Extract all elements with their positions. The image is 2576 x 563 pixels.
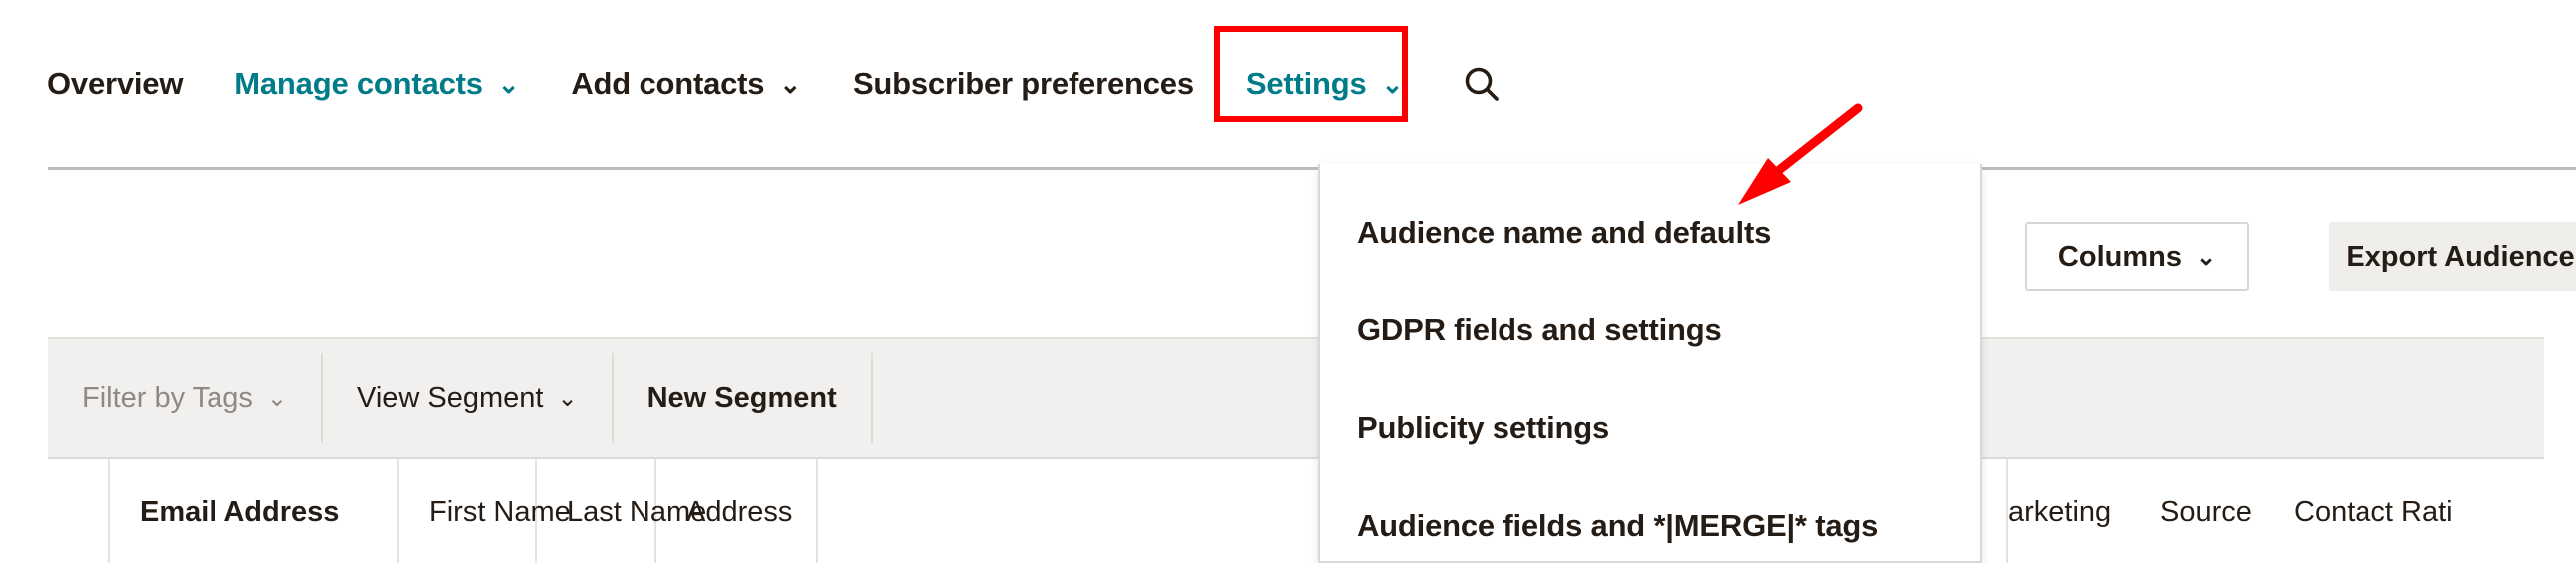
columns-button-label: Columns bbox=[2058, 241, 2182, 274]
segment-toolbar: Filter by Tags ⌄ View Segment ⌄ New Segm… bbox=[48, 337, 2544, 459]
nav-item-manage-contacts-label: Manage contacts bbox=[234, 66, 483, 102]
menu-item-audience-name-and-defaults[interactable]: Audience name and defaults bbox=[1320, 184, 1980, 282]
table-header-last-name[interactable]: Last Name bbox=[537, 459, 656, 563]
menu-item-publicity-settings[interactable]: Publicity settings bbox=[1320, 379, 1980, 477]
nav-item-manage-contacts[interactable]: Manage contacts ⌄ bbox=[234, 66, 519, 102]
menu-item-gdpr-fields-and-settings[interactable]: GDPR fields and settings bbox=[1320, 282, 1980, 379]
chevron-down-icon: ⌄ bbox=[1382, 71, 1404, 97]
search-button[interactable] bbox=[1455, 57, 1508, 111]
menu-item-audience-fields-and-merge-tags[interactable]: Audience fields and *|MERGE|* tags bbox=[1320, 477, 1980, 563]
table-header-contact-rating[interactable]: Contact Rati bbox=[2258, 459, 2457, 563]
search-icon bbox=[1462, 64, 1502, 104]
main-navigation: Overview Manage contacts ⌄ Add contacts … bbox=[0, 0, 2576, 168]
columns-button[interactable]: Columns ⌄ bbox=[2025, 222, 2249, 291]
chevron-down-icon: ⌄ bbox=[779, 71, 801, 97]
table-header-address[interactable]: Address bbox=[656, 459, 818, 563]
table-header-contact-rating-label: Contact Rati bbox=[2294, 496, 2453, 529]
export-audience-label: Export Audience bbox=[2346, 241, 2574, 274]
action-row: Columns ⌄ Export Audience bbox=[48, 196, 2544, 337]
table-header-source[interactable]: Source bbox=[2128, 459, 2258, 563]
nav-item-add-contacts[interactable]: Add contacts ⌄ bbox=[571, 66, 801, 102]
nav-item-add-contacts-label: Add contacts bbox=[571, 66, 764, 102]
filter-by-tags-dropdown[interactable]: Filter by Tags ⌄ bbox=[48, 339, 321, 457]
nav-divider bbox=[48, 167, 2576, 170]
menu-item-gdpr-fields-and-settings-label: GDPR fields and settings bbox=[1357, 312, 1722, 348]
audience-content: Columns ⌄ Export Audience Filter by Tags… bbox=[48, 196, 2544, 563]
table-header-source-label: Source bbox=[2160, 496, 2252, 529]
menu-item-audience-fields-and-merge-tags-label: Audience fields and *|MERGE|* tags bbox=[1357, 508, 1878, 544]
contacts-table-header: Email Address First Name Last Name Addre… bbox=[48, 459, 2544, 563]
table-header-address-label: Address bbox=[686, 496, 792, 529]
table-header-email-address-label: Email Address bbox=[140, 496, 339, 529]
nav-item-settings-label: Settings bbox=[1246, 66, 1367, 102]
chevron-down-icon: ⌄ bbox=[498, 71, 520, 97]
nav-item-subscriber-preferences[interactable]: Subscriber preferences bbox=[853, 66, 1194, 102]
table-header-email-address[interactable]: Email Address bbox=[110, 459, 399, 563]
table-header-email-marketing-label: arketing bbox=[2008, 496, 2111, 529]
chevron-down-icon: ⌄ bbox=[558, 384, 578, 413]
menu-item-audience-name-and-defaults-label: Audience name and defaults bbox=[1357, 215, 1771, 251]
export-audience-button[interactable]: Export Audience bbox=[2329, 222, 2576, 291]
nav-item-subscriber-preferences-label: Subscriber preferences bbox=[853, 66, 1194, 102]
nav-item-settings[interactable]: Settings ⌄ bbox=[1246, 66, 1403, 102]
new-segment-label: New Segment bbox=[647, 382, 837, 415]
mailchimp-audience-screen: Overview Manage contacts ⌄ Add contacts … bbox=[0, 0, 2576, 563]
table-header-first-name[interactable]: First Name bbox=[399, 459, 537, 563]
view-segment-label: View Segment bbox=[357, 382, 543, 415]
view-segment-dropdown[interactable]: View Segment ⌄ bbox=[323, 339, 612, 457]
settings-dropdown-menu: Audience name and defaults GDPR fields a… bbox=[1318, 164, 1982, 563]
menu-item-publicity-settings-label: Publicity settings bbox=[1357, 410, 1609, 446]
new-segment-button[interactable]: New Segment bbox=[614, 339, 871, 457]
chevron-down-icon: ⌄ bbox=[2196, 243, 2216, 272]
chevron-down-icon: ⌄ bbox=[267, 384, 287, 413]
table-header-select-all[interactable] bbox=[48, 459, 110, 563]
table-header-email-marketing[interactable]: arketing bbox=[2008, 459, 2128, 563]
filter-by-tags-label: Filter by Tags bbox=[82, 382, 253, 415]
nav-item-overview-label: Overview bbox=[47, 66, 183, 102]
nav-item-overview[interactable]: Overview bbox=[47, 66, 183, 102]
